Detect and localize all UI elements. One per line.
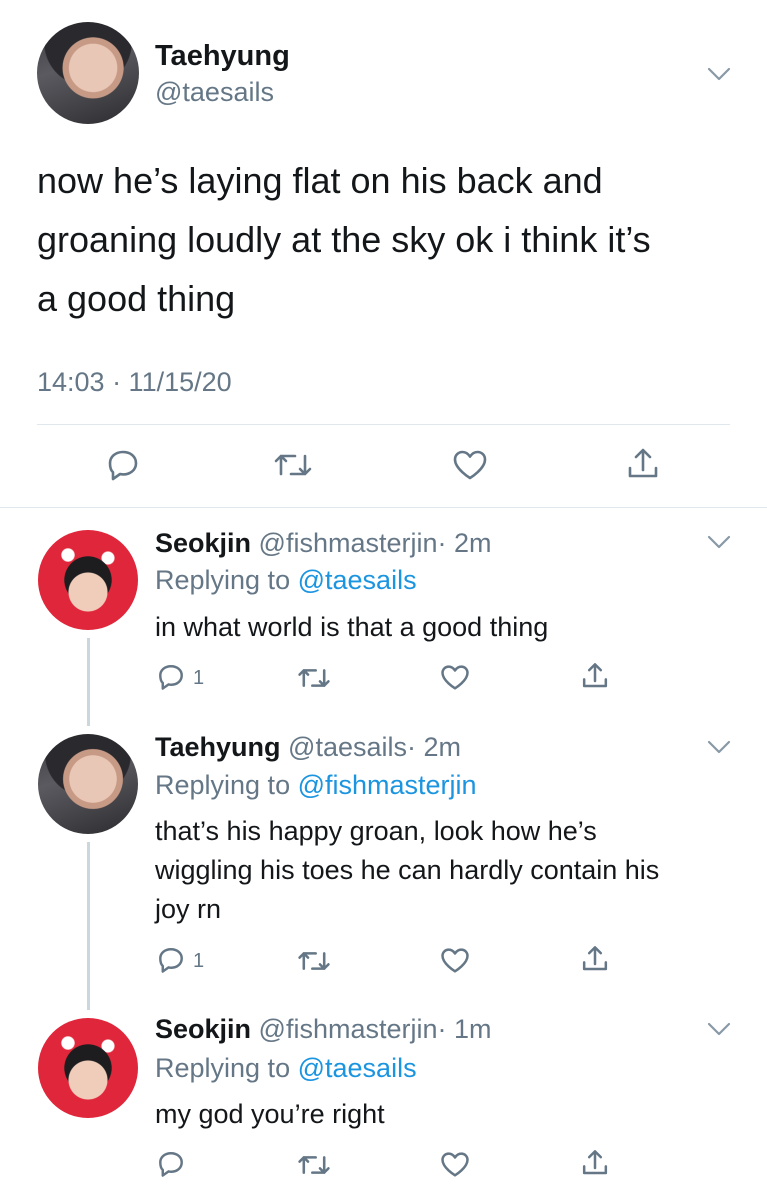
tweet-text-line: now he’s laying flat on his back and <box>37 160 603 201</box>
share-icon[interactable] <box>580 661 610 691</box>
reply-icon[interactable] <box>157 1150 185 1178</box>
avatar[interactable] <box>37 22 139 124</box>
time: · 2m <box>437 528 492 558</box>
replying-label: Replying to <box>155 565 291 595</box>
replying-label: Replying to <box>155 770 291 800</box>
reply-text-line: wiggling his toes he can hardly contain … <box>155 855 660 885</box>
reply-icon[interactable] <box>157 663 185 691</box>
time: · 2m <box>407 732 461 762</box>
timestamp[interactable]: 14:03 · 11/15/20 <box>37 367 232 398</box>
divider <box>37 424 730 425</box>
like-icon[interactable] <box>440 664 470 691</box>
mention-link[interactable]: @fishmasterjin <box>298 770 477 800</box>
replying-label: Replying to <box>155 1053 291 1083</box>
mention-link[interactable]: @taesails <box>298 565 417 595</box>
mention-link[interactable]: @taesails <box>298 1053 417 1083</box>
reply-header: Taehyung @taesails· 2m <box>155 732 461 763</box>
share-icon[interactable] <box>580 944 610 974</box>
reply-text-line: that’s his happy groan, look how he’s <box>155 816 597 846</box>
replying-to: Replying to @taesails <box>155 565 417 596</box>
reply-text-line: my god you’re right <box>155 1099 385 1129</box>
reply-count: 1 <box>193 667 205 689</box>
reply-header: Seokjin @fishmasterjin· 1m <box>155 1014 492 1045</box>
display-name[interactable]: Seokjin <box>155 1014 251 1044</box>
retweet-icon[interactable] <box>297 665 331 691</box>
avatar[interactable] <box>38 734 138 834</box>
reply-count: 1 <box>193 950 205 972</box>
avatar[interactable] <box>38 530 138 630</box>
handle[interactable]: @taesails <box>155 77 274 108</box>
reply-header: Seokjin @fishmasterjin· 2m <box>155 528 492 559</box>
thread-line <box>87 638 90 726</box>
retweet-icon[interactable] <box>273 450 313 480</box>
reply-text-line: joy rn <box>155 894 222 924</box>
handle[interactable]: @fishmasterjin <box>259 1014 438 1044</box>
reply-text-line: in what world is that a good thing <box>155 612 549 642</box>
display-name[interactable]: Taehyung <box>155 40 290 73</box>
retweet-icon[interactable] <box>297 1152 331 1178</box>
display-name[interactable]: Taehyung <box>155 732 281 762</box>
like-icon[interactable] <box>440 947 470 974</box>
replying-to: Replying to @taesails <box>155 1053 417 1084</box>
divider <box>0 507 767 508</box>
replying-to: Replying to @fishmasterjin <box>155 770 477 801</box>
chevron-down-icon[interactable] <box>707 740 731 754</box>
chevron-down-icon[interactable] <box>707 67 731 81</box>
display-name[interactable]: Seokjin <box>155 528 251 558</box>
share-icon[interactable] <box>580 1148 610 1178</box>
handle[interactable]: @fishmasterjin <box>259 528 438 558</box>
share-icon[interactable] <box>625 446 661 482</box>
reply-icon[interactable] <box>157 946 185 974</box>
time: · 1m <box>437 1014 492 1044</box>
retweet-icon[interactable] <box>297 948 331 974</box>
like-icon[interactable] <box>440 1151 470 1178</box>
chevron-down-icon[interactable] <box>707 1022 731 1036</box>
avatar[interactable] <box>38 1018 138 1118</box>
tweet-text-line: groaning loudly at the sky ok i think it… <box>37 219 651 260</box>
tweet-text-line: a good thing <box>37 278 236 319</box>
thread-line <box>87 842 90 1010</box>
reply-icon[interactable] <box>106 448 140 482</box>
chevron-down-icon[interactable] <box>707 535 731 549</box>
handle[interactable]: @taesails <box>288 732 407 762</box>
like-icon[interactable] <box>452 449 488 481</box>
